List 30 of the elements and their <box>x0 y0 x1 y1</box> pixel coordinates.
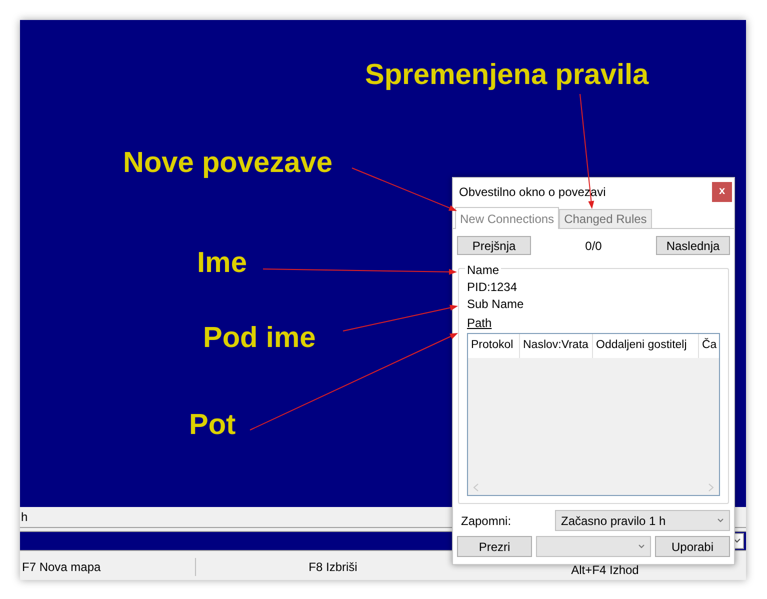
status-item[interactable]: Alt+F4 Izhod <box>470 561 740 579</box>
tab[interactable]: New Connections <box>455 207 560 229</box>
annotation-label: Pod ime <box>203 321 316 355</box>
column-header[interactable]: Oddaljeni gostitelj <box>593 334 699 358</box>
annotation-label: Spremenjena pravila <box>365 58 649 92</box>
annotation-label: Pot <box>189 408 236 442</box>
counter-text: 0/0 <box>585 238 602 254</box>
status-item[interactable]: F8 Izbriši <box>196 558 470 576</box>
pid-text: PID:1234 <box>467 279 518 296</box>
column-header[interactable]: Ča <box>699 334 719 358</box>
scroll-right-icon[interactable] <box>708 483 714 492</box>
column-header[interactable]: Naslov:Vrata <box>520 334 593 358</box>
scroll-left-icon[interactable] <box>473 483 479 492</box>
ignore-button[interactable]: Prezri <box>457 536 532 557</box>
annotation-label: Ime <box>197 246 247 280</box>
status-item[interactable]: F7 Nova mapa <box>20 558 196 576</box>
chevron-down-icon <box>717 518 724 523</box>
next-button[interactable]: Naslednja <box>656 236 730 255</box>
column-header[interactable]: Protokol <box>468 334 520 358</box>
sub-name-text: Sub Name <box>467 296 525 313</box>
tab[interactable]: Changed Rules <box>559 209 652 228</box>
previous-button[interactable]: Prejšnja <box>457 236 531 255</box>
remember-label: Zapomni: <box>460 512 512 530</box>
annotation-label: Nove povezave <box>123 146 333 180</box>
close-button[interactable]: x <box>712 182 732 202</box>
remember-dropdown[interactable]: Začasno pravilo 1 h <box>555 510 730 531</box>
apply-button[interactable]: Uporabi <box>655 536 730 557</box>
path-link[interactable]: Path <box>467 316 492 330</box>
dropdown[interactable] <box>536 536 651 557</box>
chevron-down-icon <box>638 544 645 549</box>
